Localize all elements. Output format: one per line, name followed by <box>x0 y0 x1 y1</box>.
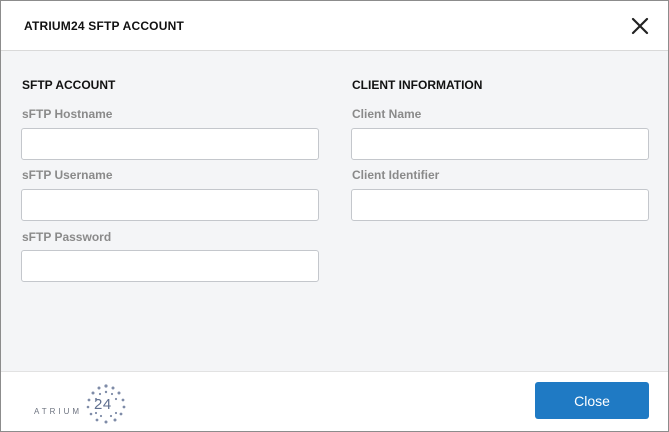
sftp-account-section-title: SFTP ACCOUNT <box>22 78 116 92</box>
logo-number: 24 <box>94 396 112 413</box>
sftp-account-dialog: ATRIUM24 SFTP ACCOUNT SFTP ACCOUNT sFTP … <box>0 0 669 432</box>
logo-text: ATRIUM <box>34 407 83 416</box>
client-name-label: Client Name <box>352 107 422 121</box>
sftp-hostname-input[interactable] <box>21 128 319 160</box>
sftp-password-input[interactable] <box>21 250 319 282</box>
dialog-title: ATRIUM24 SFTP ACCOUNT <box>24 19 184 33</box>
client-identifier-label: Client Identifier <box>352 168 440 182</box>
sftp-username-label: sFTP Username <box>22 168 113 182</box>
atrium24-logo: ATRIUM 24 <box>34 384 134 424</box>
sftp-hostname-label: sFTP Hostname <box>22 107 113 121</box>
dialog-footer: ATRIUM 24 Close <box>1 371 668 431</box>
client-identifier-input[interactable] <box>351 189 649 221</box>
sftp-password-label: sFTP Password <box>22 230 112 244</box>
sftp-username-input[interactable] <box>21 189 319 221</box>
client-information-section-title: CLIENT INFORMATION <box>352 78 483 92</box>
close-button[interactable]: Close <box>535 382 649 419</box>
client-name-input[interactable] <box>351 128 649 160</box>
dialog-header: ATRIUM24 SFTP ACCOUNT <box>1 1 668 51</box>
close-x-icon[interactable] <box>630 16 650 36</box>
